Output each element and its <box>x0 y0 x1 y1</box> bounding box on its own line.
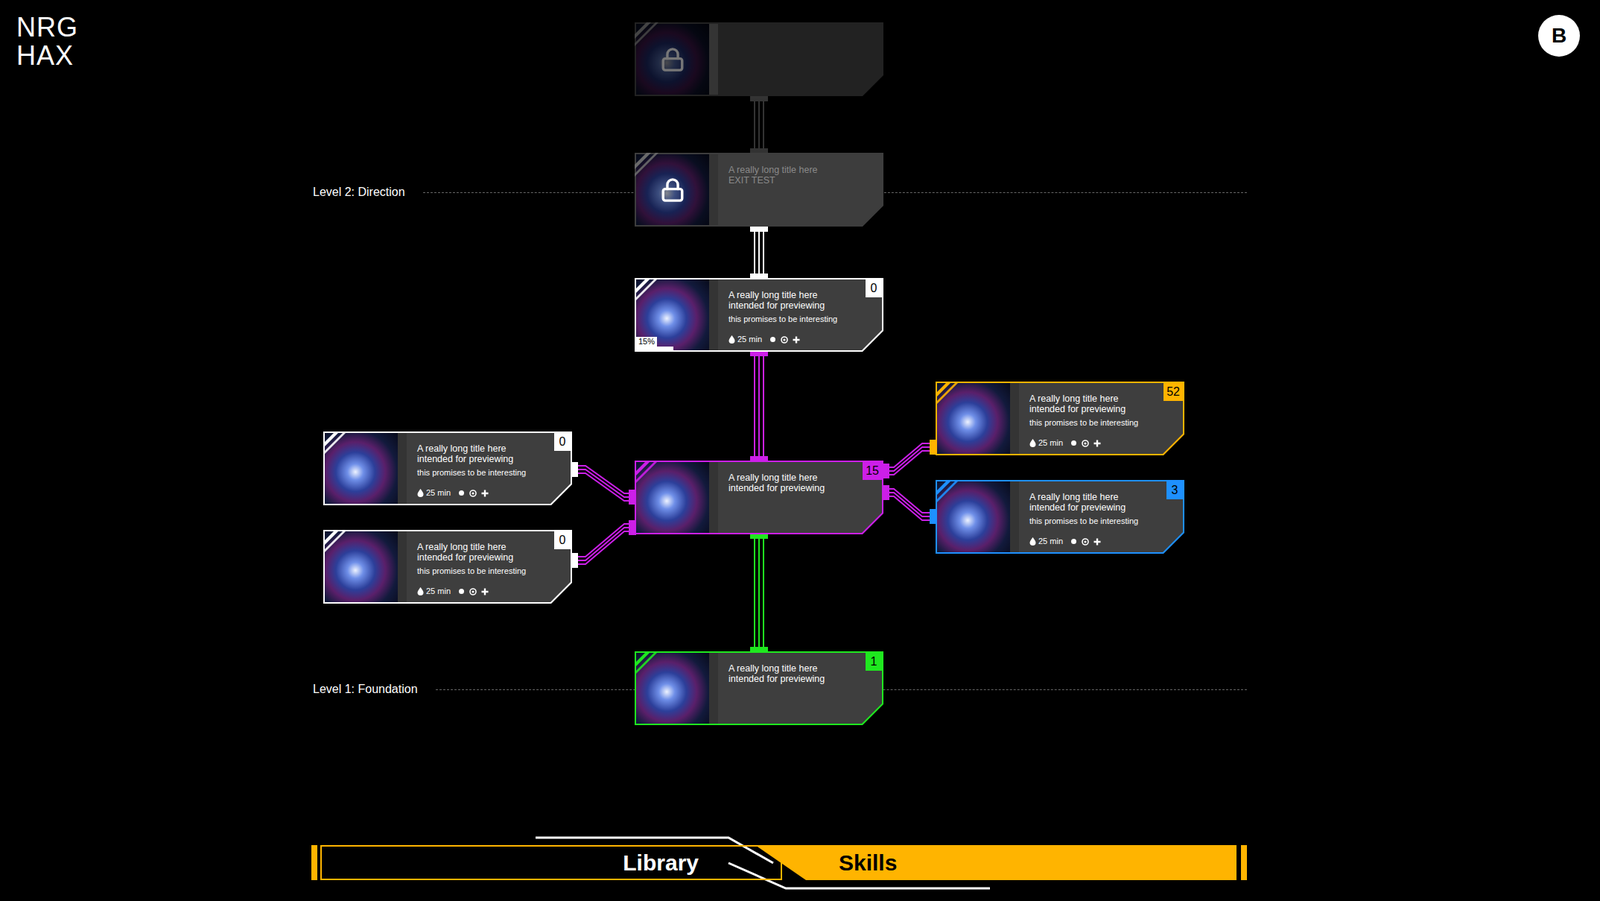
plus-icon <box>792 335 800 344</box>
node-thumbnail <box>937 481 1011 552</box>
node-subtitle: this promises to be interesting <box>417 467 544 478</box>
plus-icon <box>481 489 489 497</box>
connector-lines <box>0 0 1600 901</box>
node-title: A really long title here <box>728 289 856 301</box>
node-title: A really long title here <box>1029 393 1157 404</box>
skill-node[interactable]: A really long title hereintended for pre… <box>935 479 1185 554</box>
tab-bar: LibrarySkills <box>311 844 1247 880</box>
duration-icon <box>417 488 424 497</box>
node-meta: 25 min <box>417 586 544 596</box>
node-title: intended for previewing <box>728 482 856 494</box>
node-thumbnail <box>636 652 710 724</box>
dot-icon <box>1070 537 1078 545</box>
node-title: intended for previewing <box>1029 502 1157 513</box>
node-meta: 25 min <box>417 487 544 498</box>
plus-icon <box>1093 537 1101 546</box>
duration-icon <box>1029 438 1037 447</box>
node-title: A really long title here <box>728 472 856 483</box>
corner-stripes-icon <box>634 152 660 179</box>
skill-node[interactable]: A really long title hereintended for pre… <box>634 460 884 535</box>
node-thumbnail <box>636 154 710 225</box>
node-badge: 52 <box>1163 382 1183 401</box>
node-title: intended for previewing <box>1029 403 1157 415</box>
target-icon <box>469 587 477 596</box>
node-badge: 15 <box>862 461 882 480</box>
node-subtitle: this promises to be interesting <box>728 314 856 325</box>
corner-stripes-icon <box>634 460 660 486</box>
skill-node[interactable]: A really long title hereintended for pre… <box>935 381 1185 456</box>
node-meta: 25 min <box>1029 536 1157 546</box>
node-subtitle: this promises to be interesting <box>1029 417 1157 428</box>
lock-icon <box>659 46 686 73</box>
level-label: Level 1: Foundation <box>312 680 418 698</box>
target-icon <box>780 335 789 344</box>
plus-icon <box>1093 439 1101 447</box>
skill-node: A really long title hereEXIT TEST <box>634 152 884 227</box>
corner-stripes-icon <box>634 22 660 48</box>
skill-tree-canvas: Level 2: Direction Level 1: Foundation A r… <box>0 0 1600 901</box>
node-thumbnail <box>636 23 710 95</box>
node-badge: 0 <box>865 279 882 298</box>
skill-node[interactable]: A really long title hereintended for pre… <box>634 277 884 352</box>
node-title: intended for previewing <box>417 551 544 563</box>
node-thumbnail <box>324 432 398 504</box>
node-title: A really long title here <box>1029 491 1157 503</box>
target-icon <box>469 489 477 497</box>
corner-stripes-icon <box>634 277 660 304</box>
corner-stripes-icon <box>935 479 961 506</box>
corner-stripes-icon <box>634 651 660 677</box>
node-thumbnail <box>937 382 1011 454</box>
tab[interactable]: Library <box>320 844 783 880</box>
node-badge: 1 <box>865 652 882 671</box>
node-thumbnail <box>324 531 398 602</box>
skill-node[interactable]: A really long title hereintended for pre… <box>323 431 573 506</box>
dot-icon <box>1070 439 1078 447</box>
skill-node[interactable]: A really long title hereintended for pre… <box>634 651 884 725</box>
node-badge: 3 <box>1166 481 1183 500</box>
logo: NRGHAX <box>16 13 79 71</box>
skills-screen: Level 2: Direction Level 1: Foundation A r… <box>0 0 1600 901</box>
header: NRGHAX B <box>0 0 1600 71</box>
lock-icon <box>659 177 686 203</box>
node-title: A really long title here <box>728 164 856 176</box>
tab[interactable]: Skills <box>755 844 1237 880</box>
duration-icon <box>1029 537 1037 546</box>
node-badge: 0 <box>554 432 571 451</box>
duration-icon <box>728 335 736 344</box>
corner-stripes-icon <box>935 381 961 407</box>
target-icon <box>1081 439 1090 447</box>
corner-stripes-icon <box>323 431 349 457</box>
plus-icon <box>481 587 489 596</box>
node-subtitle: this promises to be interesting <box>417 566 544 576</box>
corner-stripes-icon <box>323 529 349 555</box>
node-subtitle: this promises to be interesting <box>1029 516 1157 526</box>
progress-label: 15% <box>636 336 657 347</box>
dot-icon <box>769 335 777 343</box>
level-label: Level 2: Direction <box>312 183 406 201</box>
back-button[interactable]: B <box>1538 14 1580 57</box>
node-title: A really long title here <box>417 443 544 454</box>
node-thumbnail <box>636 461 710 533</box>
node-title: intended for previewing <box>728 300 856 311</box>
node-title: intended for previewing <box>728 673 856 684</box>
duration-icon <box>417 586 424 596</box>
node-title: intended for previewing <box>417 453 544 465</box>
node-meta: 25 min <box>1029 437 1157 448</box>
skill-node[interactable]: A really long title hereintended for pre… <box>323 529 573 604</box>
node-title: A really long title here <box>417 541 544 552</box>
node-badge: 0 <box>554 531 571 549</box>
target-icon <box>1081 537 1090 546</box>
progress-bar <box>636 346 674 351</box>
skill-node <box>634 22 884 97</box>
dot-icon <box>458 587 465 595</box>
node-title: A really long title here <box>728 662 856 674</box>
node-meta: 25 min <box>728 334 856 345</box>
dot-icon <box>458 489 465 497</box>
node-title: EXIT TEST <box>728 175 856 186</box>
